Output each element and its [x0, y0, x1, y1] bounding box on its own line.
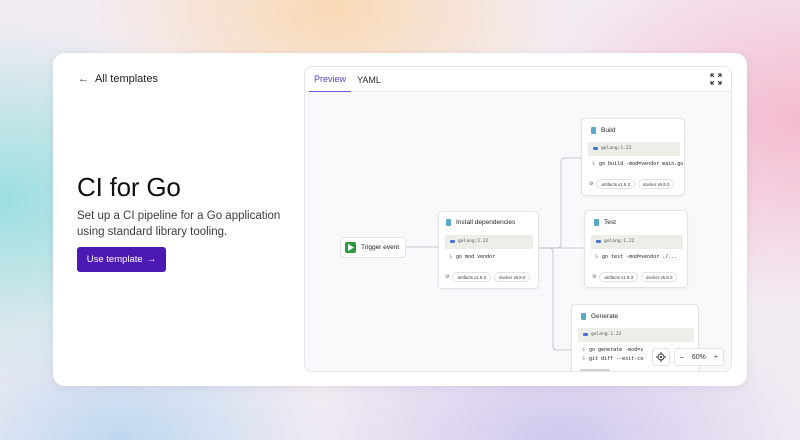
node-title: Build	[601, 127, 616, 134]
prompt-symbol: $	[582, 347, 586, 353]
code-block: golang:1.22 $ go build -mod=vendor main.g…	[588, 142, 684, 172]
node-header: Generate	[581, 313, 618, 320]
plugin-chips: ⚙ artifacts v1.9.3 docker v5.8.0	[592, 272, 678, 282]
image-row: golang:1.22	[583, 332, 621, 337]
gear-icon: ⚙	[589, 181, 594, 187]
docker-icon	[450, 239, 455, 244]
arrow-right-icon: →	[146, 254, 157, 265]
pipeline-node-install-dependencies[interactable]: Install dependencies golang:1.22 $ go mod…	[438, 211, 539, 289]
node-title: Test	[604, 219, 616, 226]
plugin-chip: docker v5.8.0	[641, 272, 678, 282]
zoom-out-button[interactable]: –	[680, 354, 684, 361]
command-text: git diff --exit-co	[589, 356, 644, 362]
use-template-label: Use template	[86, 254, 143, 265]
image-row: golang:1.22	[596, 239, 634, 244]
node-header: Test	[594, 219, 616, 226]
node-header: Build	[591, 127, 615, 134]
zoom-controls: – 60% +	[651, 348, 724, 366]
plugin-chips: ⚙ artifacts v1.9.3 docker v5.8.0	[589, 179, 675, 189]
command-text: go mod vendor	[456, 254, 496, 260]
arrow-left-icon: ←	[78, 73, 89, 85]
plugin-chip: artifacts v1.9.3	[452, 272, 492, 282]
zoom-level: 60%	[691, 353, 706, 361]
docker-icon	[596, 239, 601, 244]
docker-icon	[583, 332, 588, 337]
command-line: $ go mod vendor	[445, 249, 533, 265]
pipeline-node-test[interactable]: Test golang:1.22 $ go test -mod=vendor ./…	[584, 210, 688, 288]
crosshair-icon	[655, 352, 666, 362]
node-title: Install dependencies	[456, 219, 516, 226]
page-title: CI for Go	[77, 172, 181, 202]
code-block: golang:1.22 $ go mod vendor	[445, 235, 533, 265]
image-row: golang:1.22	[593, 146, 631, 151]
plugin-chip: docker v5.8.0	[494, 272, 531, 282]
node-header: Install dependencies	[446, 219, 515, 226]
tab-bar: Preview YAML	[305, 67, 731, 92]
back-to-templates-link[interactable]: ← All templates	[78, 73, 158, 85]
trigger-event-node[interactable]: Trigger event	[340, 237, 406, 258]
plugin-chip: artifacts v1.9.3	[599, 272, 639, 282]
command-line: $ go test -mod=vendor ./...	[591, 249, 683, 265]
prompt-symbol: $	[582, 356, 586, 362]
horizontal-scrollbar[interactable]	[580, 369, 610, 371]
tab-preview[interactable]: Preview	[309, 67, 351, 92]
zoom-group: – 60% +	[673, 348, 724, 366]
preview-panel: Preview YAML Trigger event Install depen…	[304, 66, 732, 372]
command-text: go test -mod=vendor ./...	[602, 254, 678, 260]
image-name: golang:1.22	[604, 239, 635, 244]
plugin-chip: docker v5.8.0	[638, 179, 675, 189]
plugin-chip: artifacts v1.9.3	[596, 179, 636, 189]
pipeline-node-build[interactable]: Build golang:1.22 $ go build -mod=vendor …	[581, 118, 685, 196]
docker-icon	[593, 146, 598, 151]
tab-yaml[interactable]: YAML	[353, 67, 385, 92]
image-row: golang:1.22	[450, 239, 488, 244]
command-text: go build -mod=vendor main.go	[599, 161, 684, 167]
play-icon	[345, 242, 356, 253]
prompt-symbol: $	[592, 161, 596, 167]
node-title: Generate	[591, 313, 619, 320]
command-line: $ go build -mod=vendor main.go	[588, 156, 684, 172]
template-description: Set up a CI pipeline for a Go applicatio…	[77, 210, 281, 238]
file-icon	[446, 219, 451, 226]
image-name: golang:1.22	[591, 332, 622, 337]
file-icon	[594, 219, 599, 226]
recenter-button[interactable]	[651, 348, 670, 366]
zoom-in-button[interactable]: +	[714, 354, 718, 361]
template-card: ← All templates CI for Go Set up a CI pi…	[53, 53, 747, 386]
file-icon	[581, 313, 586, 320]
trigger-label: Trigger event	[361, 244, 400, 251]
pipeline-canvas[interactable]: Trigger event Install dependencies golan…	[305, 92, 731, 371]
file-icon	[591, 127, 596, 134]
code-block: golang:1.22 $ go test -mod=vendor ./...	[591, 235, 683, 265]
command-text: go generate -mod=v	[589, 347, 644, 353]
use-template-button[interactable]: Use template →	[77, 247, 166, 272]
plugin-chips: ⚙ artifacts v1.9.3 docker v5.8.0	[445, 272, 531, 282]
expand-icon[interactable]	[709, 72, 723, 86]
back-link-label: All templates	[95, 73, 158, 85]
prompt-symbol: $	[449, 254, 453, 260]
image-name: golang:1.22	[601, 146, 632, 151]
prompt-symbol: $	[595, 254, 599, 260]
image-name: golang:1.22	[458, 239, 489, 244]
gear-icon: ⚙	[592, 274, 597, 280]
gear-icon: ⚙	[445, 274, 450, 280]
